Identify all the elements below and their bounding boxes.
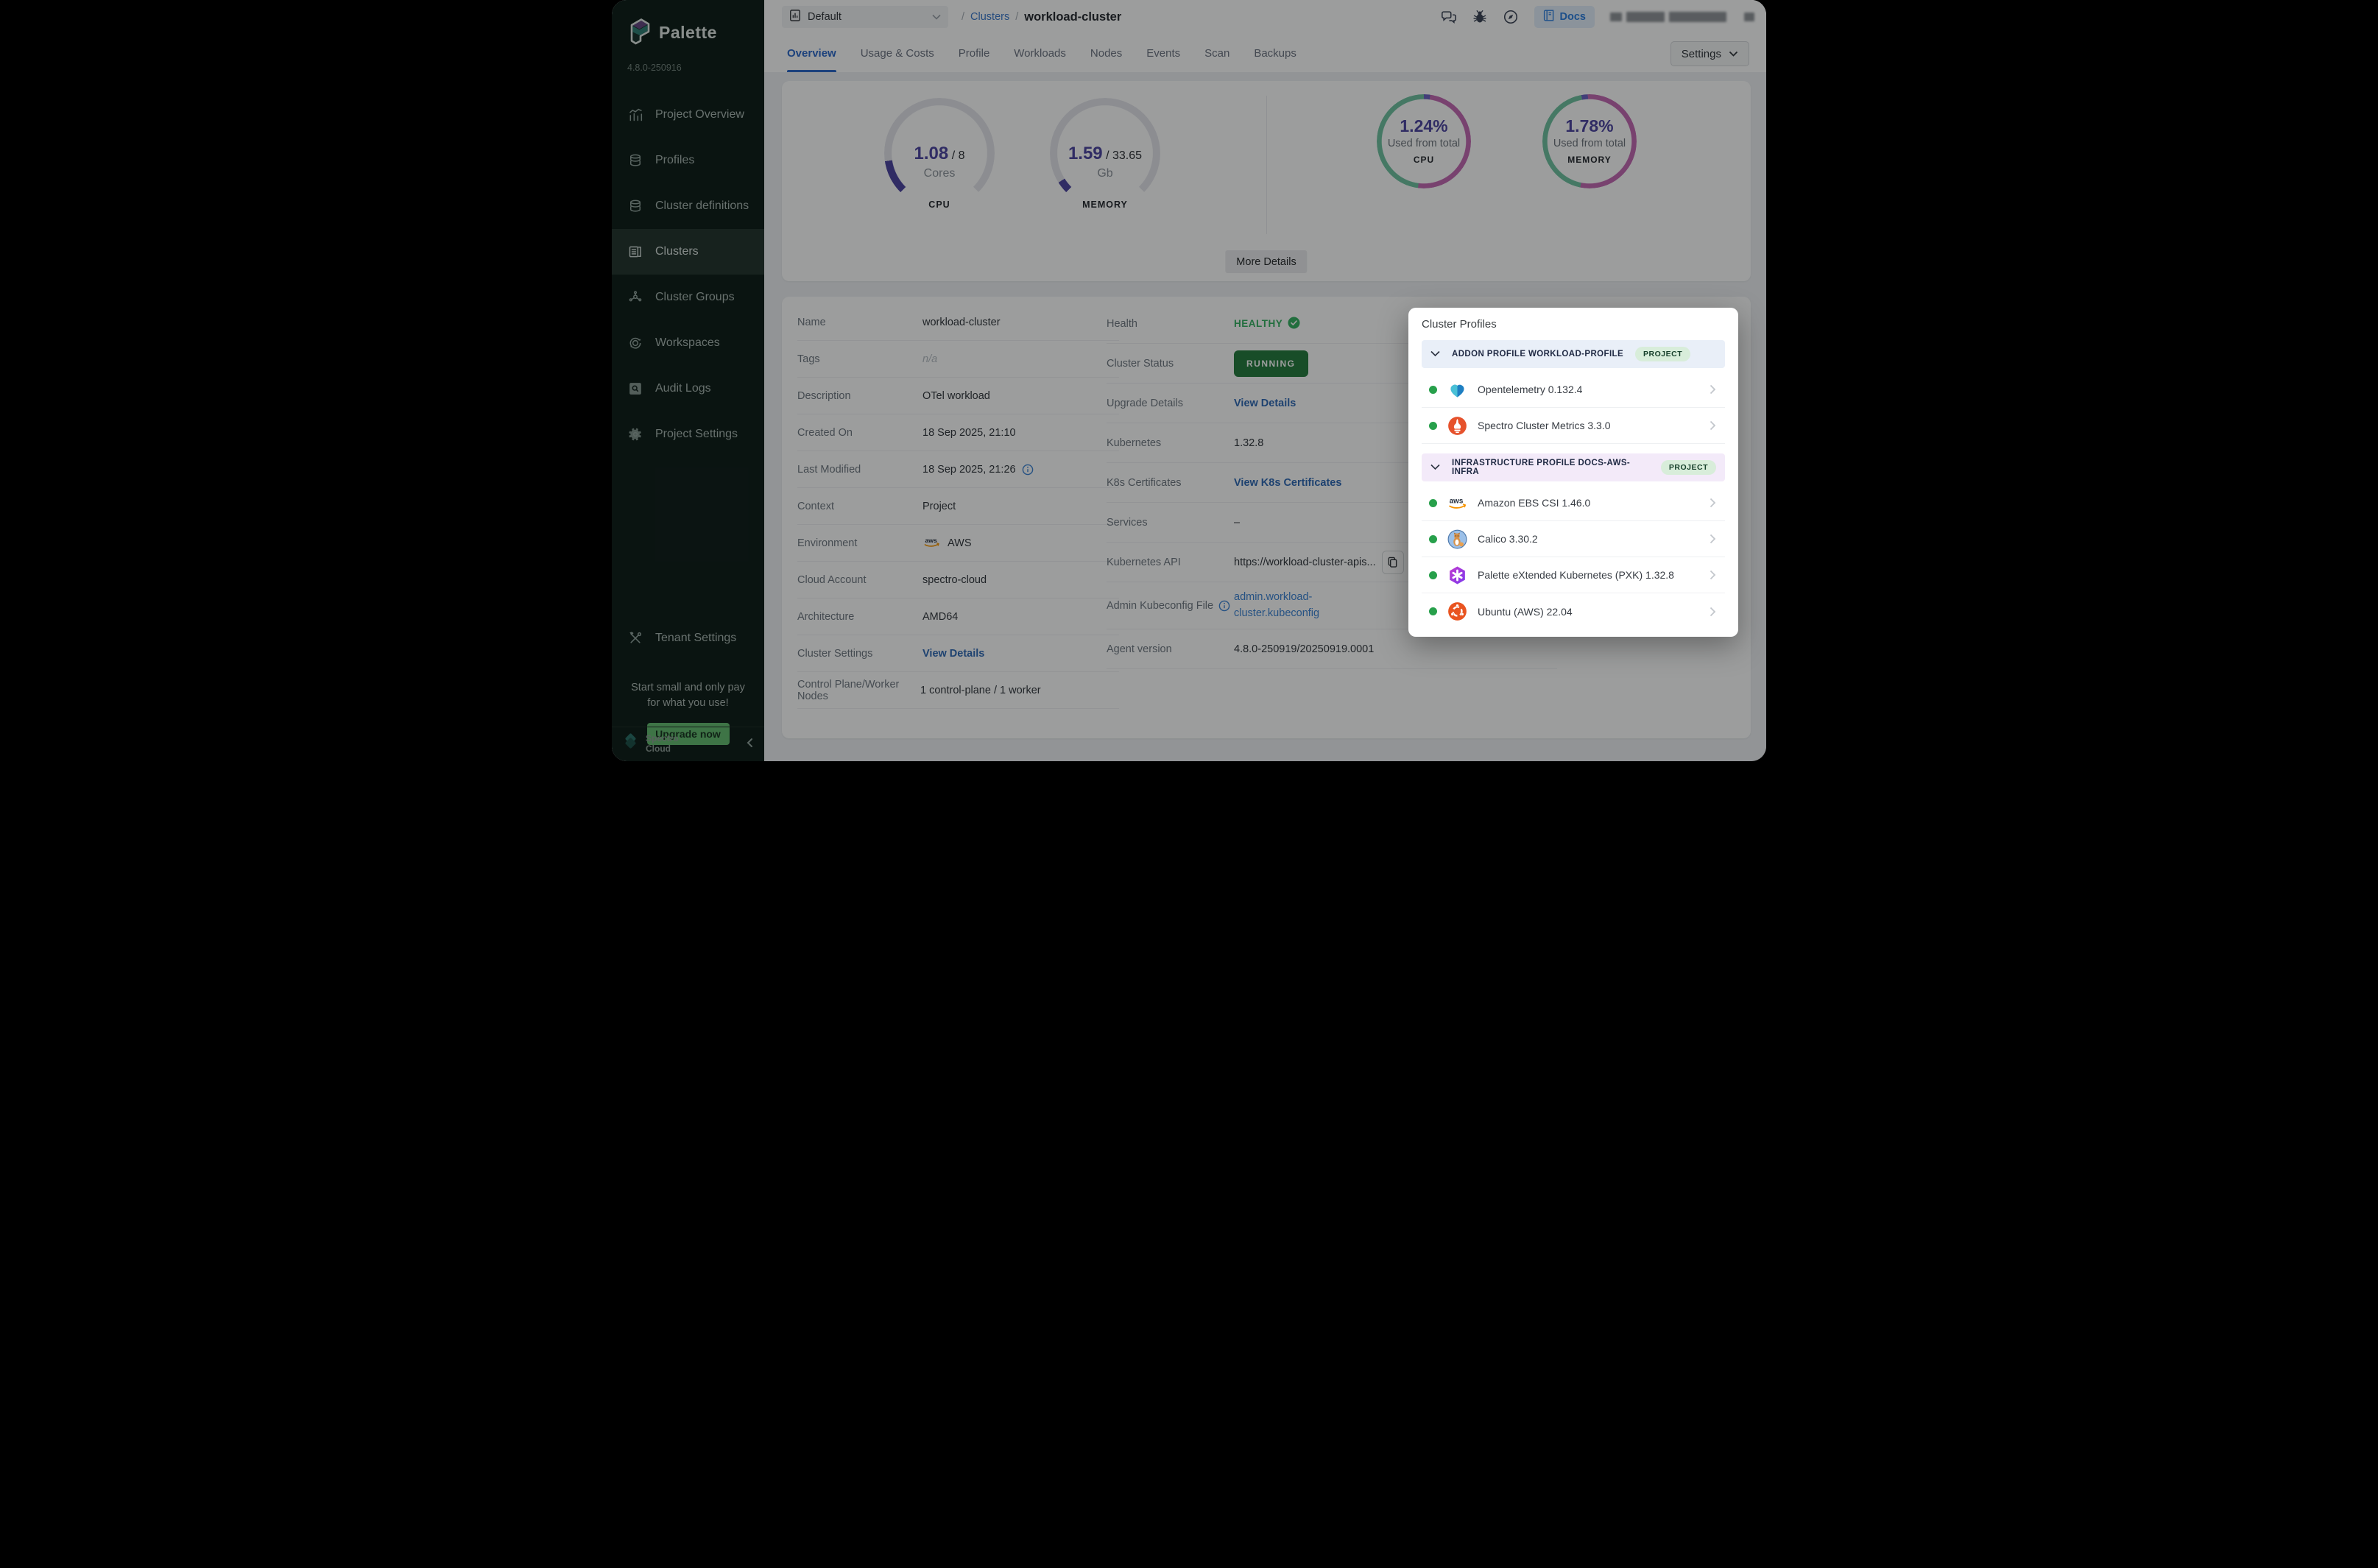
status-dot-icon [1429, 535, 1437, 543]
status-dot-icon [1429, 571, 1437, 579]
status-dot-icon [1429, 422, 1437, 430]
prometheus-icon [1447, 416, 1467, 436]
profile-item-spectro-cluster-metrics[interactable]: Spectro Cluster Metrics 3.3.0 [1422, 408, 1725, 444]
addon-profile-items: Opentelemetry 0.132.4 Spectro Cluster Me… [1422, 372, 1725, 444]
aws-icon: aws [1447, 493, 1467, 513]
addon-profile-section-header[interactable]: ADDON PROFILE WORKLOAD-PROFILE PROJECT [1422, 340, 1725, 368]
opentelemetry-icon [1447, 380, 1467, 400]
profile-item-opentelemetry[interactable]: Opentelemetry 0.132.4 [1422, 372, 1725, 408]
status-dot-icon [1429, 386, 1437, 394]
calico-icon [1447, 529, 1467, 549]
section-label: ADDON PROFILE WORKLOAD-PROFILE [1452, 350, 1623, 359]
pxk-icon [1447, 565, 1467, 585]
profile-item-pxk[interactable]: Palette eXtended Kubernetes (PXK) 1.32.8 [1422, 557, 1725, 593]
ubuntu-icon [1447, 601, 1467, 621]
chevron-right-icon [1710, 420, 1716, 431]
project-badge: PROJECT [1635, 347, 1690, 361]
section-label: INFRASTRUCTURE PROFILE DOCS-AWS-INFRA [1452, 459, 1649, 476]
profile-item-label: Spectro Cluster Metrics 3.3.0 [1478, 420, 1611, 431]
infrastructure-profile-section-header[interactable]: INFRASTRUCTURE PROFILE DOCS-AWS-INFRA PR… [1422, 453, 1725, 481]
app-window: Palette 4.8.0-250916 Project Overview Pr… [612, 0, 1766, 761]
profile-item-ubuntu[interactable]: Ubuntu (AWS) 22.04 [1422, 593, 1725, 629]
panel-title: Cluster Profiles [1422, 318, 1725, 331]
profile-item-calico[interactable]: Calico 3.30.2 [1422, 521, 1725, 557]
infrastructure-profile-items: aws Amazon EBS CSI 1.46.0 Calico 3.30.2 [1422, 485, 1725, 629]
status-dot-icon [1429, 499, 1437, 507]
profile-item-label: Palette eXtended Kubernetes (PXK) 1.32.8 [1478, 569, 1674, 581]
profile-item-label: Calico 3.30.2 [1478, 533, 1538, 545]
profile-item-label: Amazon EBS CSI 1.46.0 [1478, 497, 1590, 509]
profile-item-amazon-ebs-csi[interactable]: aws Amazon EBS CSI 1.46.0 [1422, 485, 1725, 521]
status-dot-icon [1429, 607, 1437, 615]
profile-item-label: Opentelemetry 0.132.4 [1478, 384, 1582, 395]
profile-item-label: Ubuntu (AWS) 22.04 [1478, 606, 1573, 618]
chevron-right-icon [1710, 570, 1716, 580]
chevron-right-icon [1710, 498, 1716, 508]
chevron-right-icon [1710, 534, 1716, 544]
chevron-right-icon [1710, 607, 1716, 617]
cluster-profiles-panel: Cluster Profiles ADDON PROFILE WORKLOAD-… [1408, 308, 1738, 637]
chevron-down-icon [1430, 347, 1440, 361]
svg-text:aws: aws [1450, 497, 1464, 505]
project-badge: PROJECT [1661, 460, 1716, 475]
chevron-right-icon [1710, 384, 1716, 395]
chevron-down-icon [1430, 461, 1440, 474]
